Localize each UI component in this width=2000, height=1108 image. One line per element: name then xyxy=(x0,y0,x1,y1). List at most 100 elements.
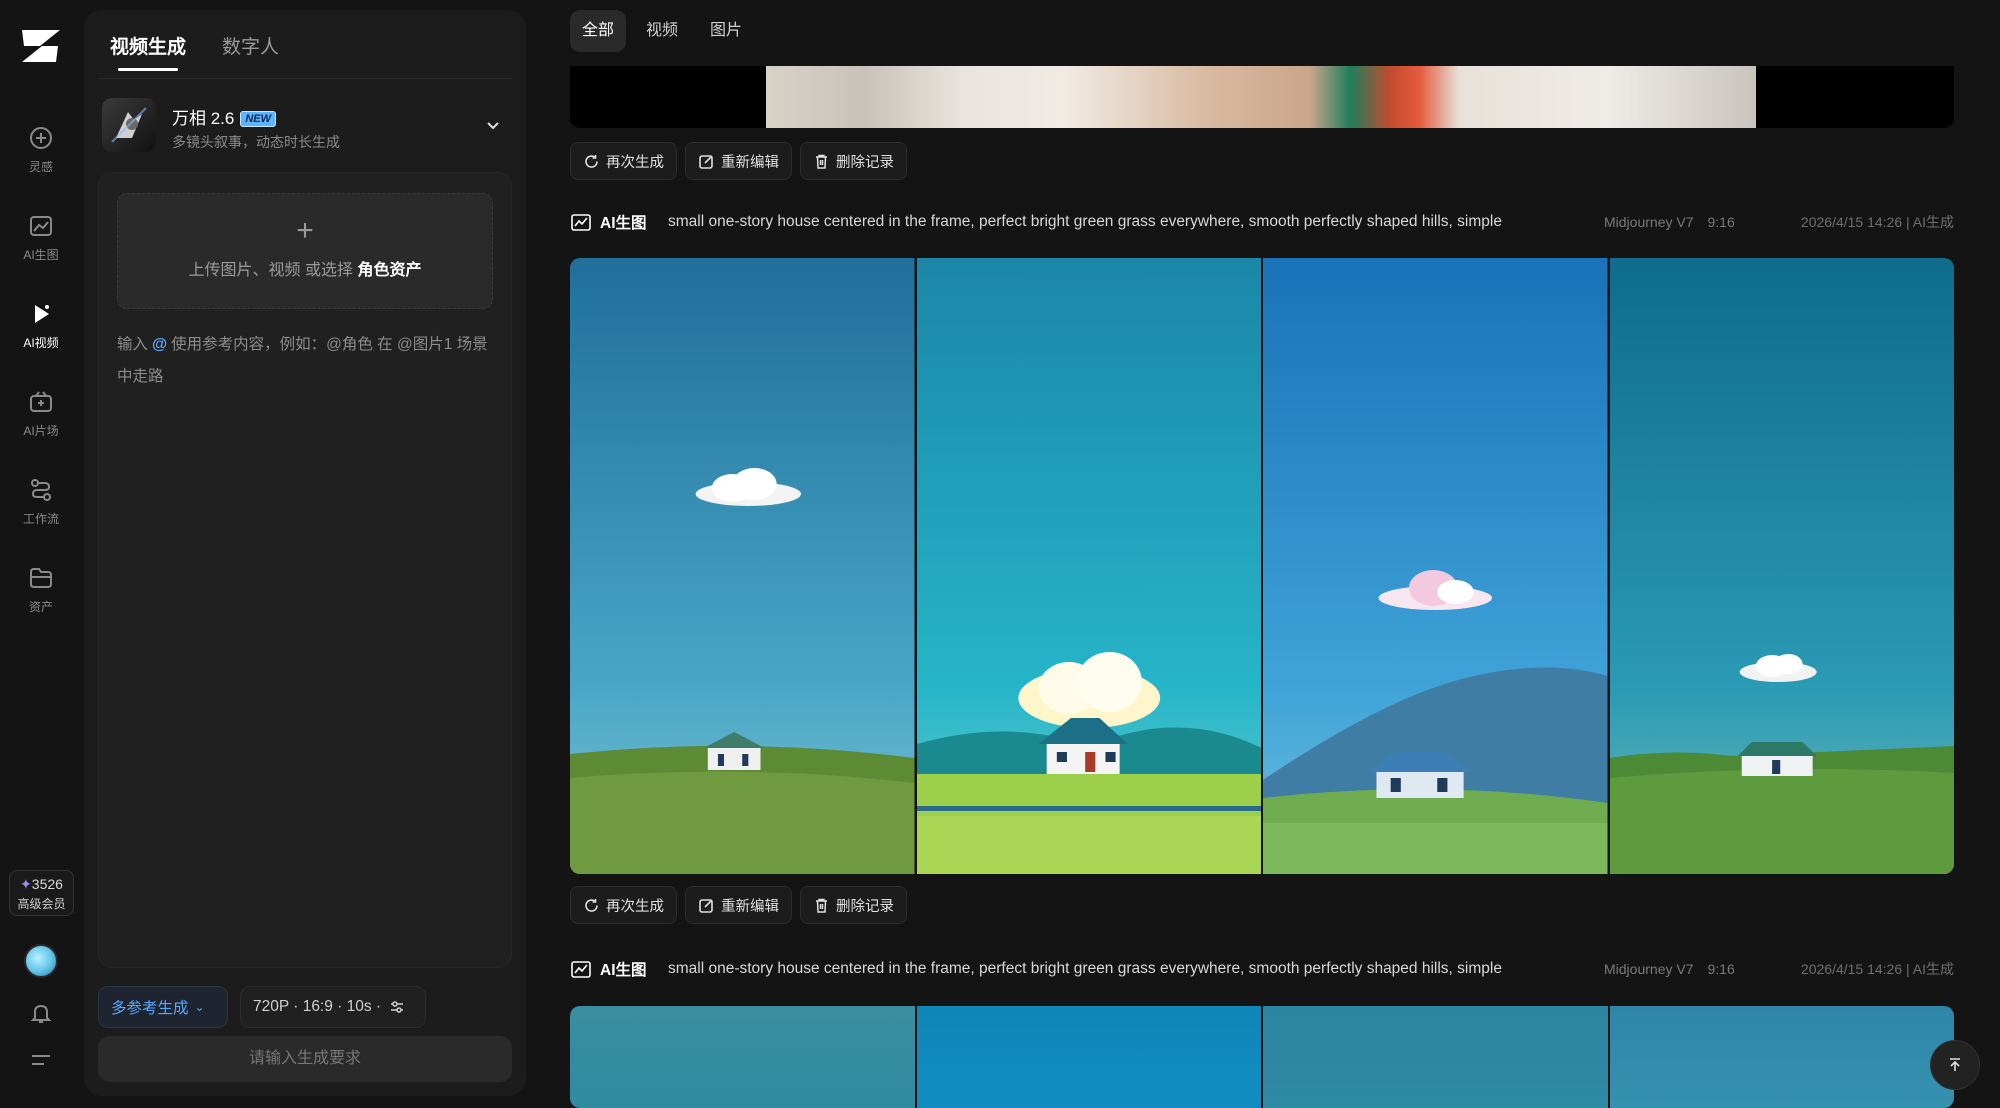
generated-image[interactable] xyxy=(1609,258,1954,874)
image-grid xyxy=(570,258,1954,874)
record-model: Midjourney V7 xyxy=(1604,961,1694,977)
record-actions: 再次生成 重新编辑 删除记录 xyxy=(570,886,907,924)
delete-record-button[interactable]: 删除记录 xyxy=(800,886,907,924)
trash-icon xyxy=(816,898,827,913)
nav-ai-studio[interactable]: AI片场 xyxy=(0,388,82,458)
nav-ai-video[interactable]: AI视频 xyxy=(0,300,82,370)
record-time: 2026/4/15 14:26 | AI生成 xyxy=(1800,961,1954,977)
panel-tabs: 视频生成 数字人 xyxy=(110,32,279,71)
regenerate-button[interactable]: 再次生成 xyxy=(570,886,677,924)
record-ratio: 9:16 xyxy=(1707,961,1735,977)
filter-video[interactable]: 视频 xyxy=(634,10,690,52)
new-badge: NEW xyxy=(240,111,277,127)
delete-record-label: 删除记录 xyxy=(836,154,894,171)
plus-icon: + xyxy=(296,214,314,247)
previous-result-preview[interactable] xyxy=(570,66,1954,128)
re-edit-label: 重新编辑 xyxy=(721,154,779,171)
delete-record-button[interactable]: 删除记录 xyxy=(800,142,907,180)
model-name: 万相 2.6 xyxy=(172,109,235,128)
regenerate-label: 再次生成 xyxy=(606,898,664,915)
sparkle-icon: ✦ xyxy=(20,876,32,892)
membership-tier: 高级会员 xyxy=(17,897,66,911)
ai-image-icon xyxy=(571,214,591,231)
arrow-up-icon xyxy=(1950,1058,1960,1071)
record-prompt[interactable]: small one-story house centered in the fr… xyxy=(668,213,1594,231)
scroll-to-top-button[interactable] xyxy=(1930,1040,1980,1090)
character-assets-link[interactable]: 角色资产 xyxy=(357,262,421,279)
re-edit-button[interactable]: 重新编辑 xyxy=(685,886,792,924)
prompt-hint-post: 使用参考内容，例如：@角色 在 @图片1 场景中走路 xyxy=(117,336,488,385)
compose-area: + 上传图片、视频 或选择 角色资产 输入 @ 使用参考内容，例如：@角色 在 @图… xyxy=(98,172,512,968)
image-grid xyxy=(570,1006,1954,1108)
generated-image[interactable] xyxy=(916,1006,1261,1108)
record-meta: AI生图 small one-story house centered in t… xyxy=(570,954,1954,984)
filter-image[interactable]: 图片 xyxy=(698,10,754,52)
nav-inspiration[interactable]: 灵感 xyxy=(0,124,82,194)
tab-video-generation[interactable]: 视频生成 xyxy=(110,32,186,71)
model-description: 多镜头叙事，动态时长生成 xyxy=(172,134,340,150)
model-selector[interactable]: 万相 2.6 NEW 多镜头叙事，动态时长生成 xyxy=(98,88,512,164)
content-filters: 全部 视频 图片 xyxy=(570,10,754,52)
refresh-icon xyxy=(585,898,598,912)
record-meta: AI生图 small one-story house centered in t… xyxy=(570,207,1954,237)
record-kind: AI生图 xyxy=(600,962,647,979)
nav-ai-image[interactable]: AI生图 xyxy=(0,212,82,282)
record-kind: AI生图 xyxy=(600,215,647,232)
upload-dropzone[interactable]: + 上传图片、视频 或选择 角色资产 xyxy=(117,193,493,309)
nav-ai-video-label: AI视频 xyxy=(23,336,59,350)
record-time: 2026/4/15 14:26 | AI生成 xyxy=(1800,214,1954,230)
trash-icon xyxy=(816,154,827,169)
re-edit-button[interactable]: 重新编辑 xyxy=(685,142,792,180)
video-settings-button[interactable]: 720P · 16:9 · 10s · xyxy=(240,986,426,1028)
model-thumbnail xyxy=(102,98,156,152)
left-rail: 灵感 AI生图 AI视频 AI片场 工作流 资产 ✦3526 高级会员 xyxy=(0,0,82,1108)
record-actions: 再次生成 重新编辑 删除记录 xyxy=(570,142,907,180)
app-logo[interactable] xyxy=(18,26,64,66)
ai-image-icon xyxy=(571,961,591,978)
play-icon xyxy=(35,305,49,323)
generated-image[interactable] xyxy=(570,1006,915,1108)
menu-icon[interactable] xyxy=(30,1052,52,1068)
nav-ai-studio-label: AI片场 xyxy=(23,424,59,438)
generated-image[interactable] xyxy=(1263,1006,1608,1108)
bulb-icon xyxy=(30,127,52,149)
generated-image[interactable] xyxy=(570,258,915,874)
nav-assets[interactable]: 资产 xyxy=(0,564,82,634)
workflow-icon xyxy=(31,479,51,501)
re-edit-label: 重新编辑 xyxy=(721,898,779,915)
multi-reference-dropdown[interactable]: 多参考生成 ⌄ xyxy=(98,986,228,1028)
regenerate-button[interactable]: 再次生成 xyxy=(570,142,677,180)
nav-assets-label: 资产 xyxy=(28,600,53,614)
filter-all[interactable]: 全部 xyxy=(570,10,627,52)
generated-image[interactable] xyxy=(916,258,1261,874)
credits-count: 3526 xyxy=(31,876,63,892)
image-chart-icon xyxy=(30,216,52,236)
generated-image[interactable] xyxy=(1609,1006,1954,1108)
studio-icon xyxy=(30,391,52,412)
chevron-down-icon xyxy=(487,122,499,130)
folder-icon xyxy=(30,568,52,588)
edit-icon xyxy=(699,898,713,913)
video-settings-label: 720P · 16:9 · 10s · xyxy=(253,998,382,1015)
prompt-hint-pre: 输入 xyxy=(117,336,149,353)
nav-workflow[interactable]: 工作流 xyxy=(0,476,82,546)
at-mention-icon[interactable]: @ xyxy=(152,336,167,353)
generate-button[interactable]: 请输入生成要求 xyxy=(98,1036,512,1082)
regenerate-label: 再次生成 xyxy=(606,154,664,171)
record-prompt[interactable]: small one-story house centered in the fr… xyxy=(668,960,1594,978)
record-model: Midjourney V7 xyxy=(1604,214,1694,230)
upload-text: 上传图片、视频 或选择 xyxy=(188,262,353,279)
delete-record-label: 删除记录 xyxy=(836,898,894,915)
avatar[interactable] xyxy=(24,944,58,978)
bell-icon[interactable] xyxy=(28,1000,54,1026)
generated-image[interactable] xyxy=(1263,258,1608,874)
edit-icon xyxy=(699,154,713,169)
generation-panel: 视频生成 数字人 万相 2.6 NEW 多镜头叙事，动态时长生成 + 上传图片、视… xyxy=(84,10,526,1096)
video-frame xyxy=(766,66,1756,128)
tab-digital-human[interactable]: 数字人 xyxy=(222,32,279,71)
tab-divider xyxy=(98,78,512,79)
prompt-input[interactable]: 输入 @ 使用参考内容，例如：@角色 在 @图片1 场景中走路 xyxy=(117,329,497,393)
nav-ai-image-label: AI生图 xyxy=(23,248,59,262)
credits-badge[interactable]: ✦3526 高级会员 xyxy=(9,870,74,916)
nav-workflow-label: 工作流 xyxy=(22,512,59,526)
